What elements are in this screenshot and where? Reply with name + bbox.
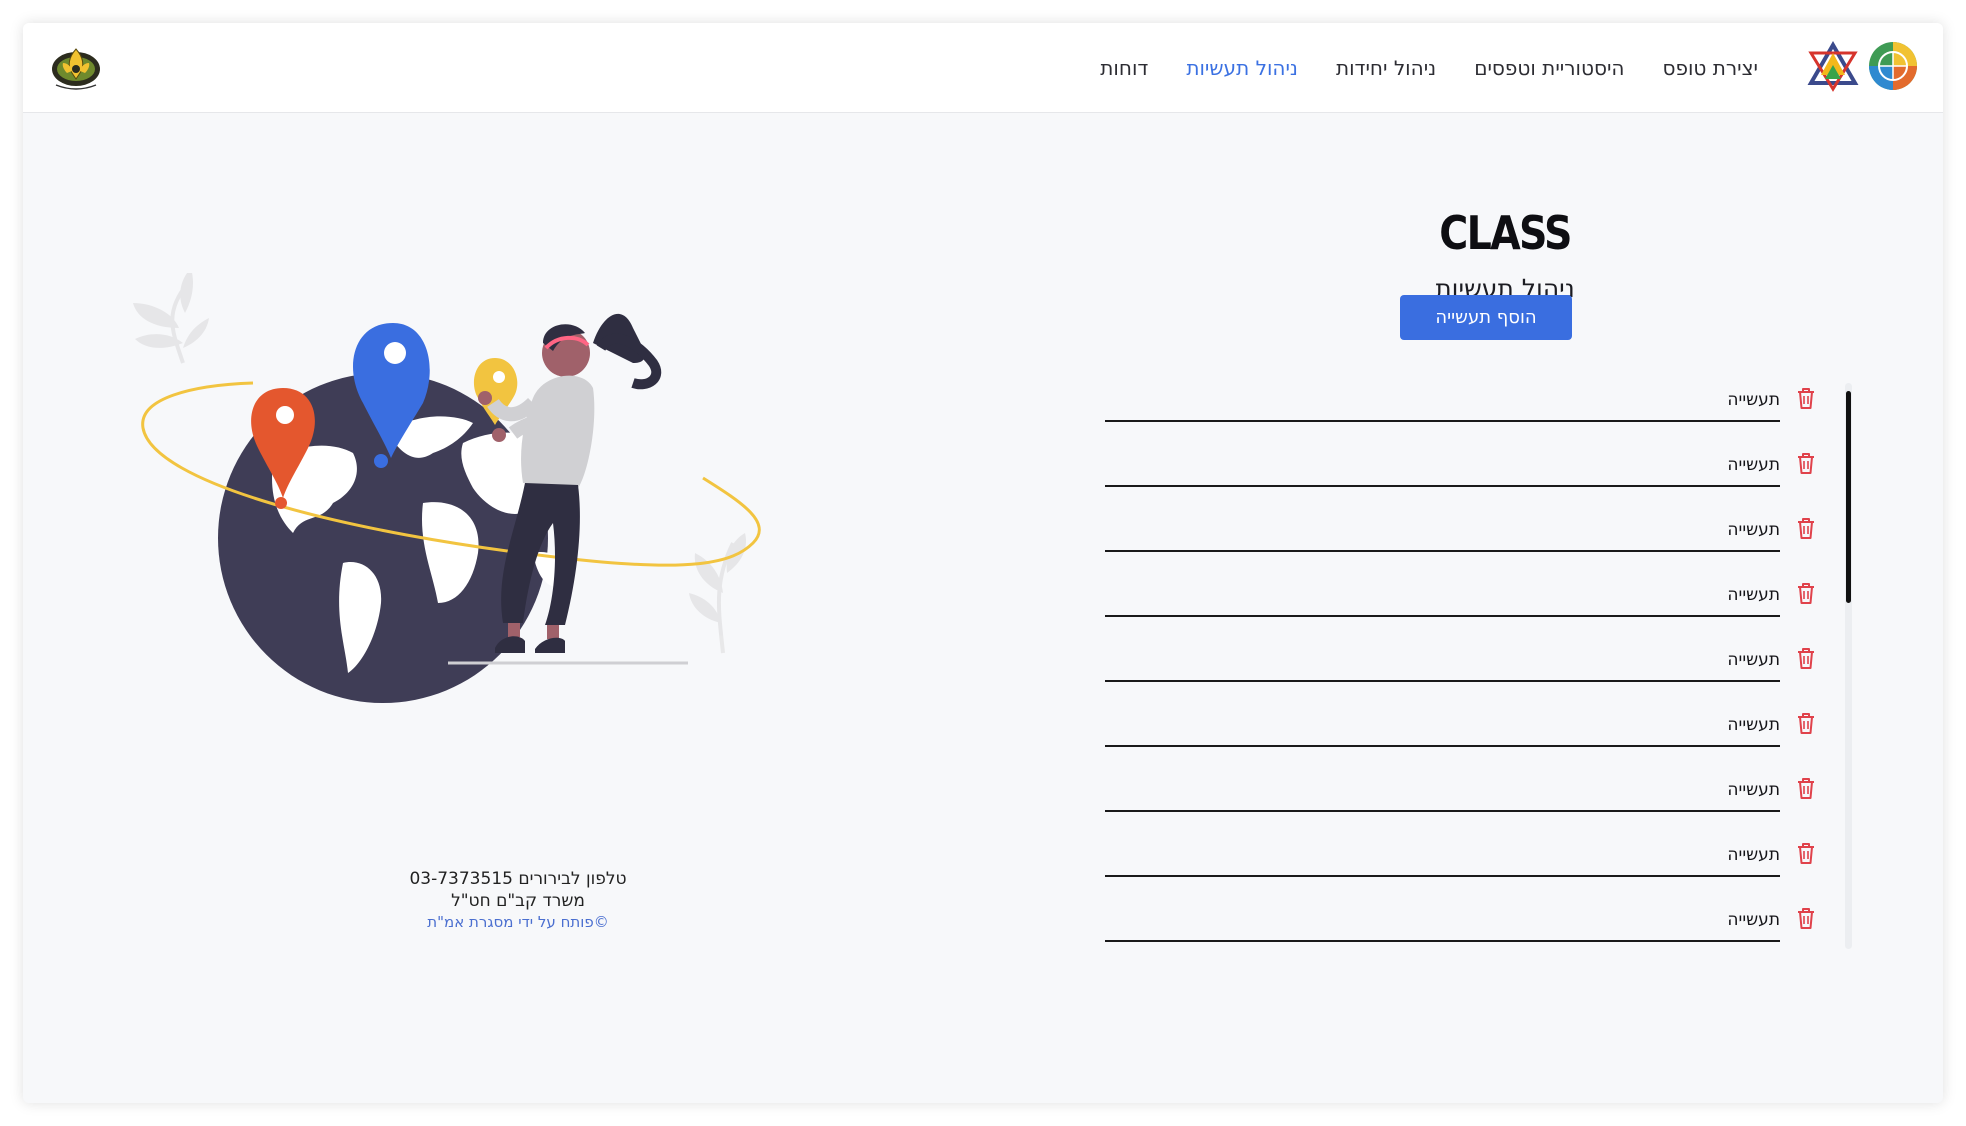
industry-list-item: תעשייה xyxy=(1105,516,1814,568)
trash-icon[interactable] xyxy=(1795,450,1817,476)
nav-link-create-form[interactable]: יצירת טופס xyxy=(1663,56,1759,80)
item-underline xyxy=(1105,745,1780,747)
trash-icon[interactable] xyxy=(1795,385,1817,411)
industry-name[interactable]: תעשייה xyxy=(1727,390,1780,410)
footer-office: משרד קב"ם חט"ל xyxy=(451,891,585,911)
industry-name[interactable]: תעשייה xyxy=(1727,650,1780,670)
item-underline xyxy=(1105,550,1780,552)
item-underline xyxy=(1105,875,1780,877)
trash-icon[interactable] xyxy=(1795,580,1817,606)
globe-woman-illustration xyxy=(133,273,761,703)
trash-icon[interactable] xyxy=(1795,515,1817,541)
industry-name[interactable]: תעשייה xyxy=(1727,780,1780,800)
industry-name[interactable]: תעשייה xyxy=(1727,845,1780,865)
app-window: יצירת טופס היסטוריית וטפסים ניהול יחידות… xyxy=(23,23,1943,1103)
industry-name[interactable]: תעשייה xyxy=(1727,715,1780,735)
industry-list-item: תעשייה xyxy=(1105,581,1814,633)
trash-icon[interactable] xyxy=(1795,775,1817,801)
leaf-plant-right xyxy=(689,533,747,654)
brand-title: CLASS xyxy=(1439,206,1572,260)
trash-icon[interactable] xyxy=(1795,840,1817,866)
nav-link-industries-management[interactable]: ניהול תעשיות xyxy=(1186,56,1298,80)
item-underline xyxy=(1105,810,1780,812)
item-underline xyxy=(1105,940,1780,942)
scout-emblem-logo[interactable] xyxy=(45,35,107,97)
top-navbar: יצירת טופס היסטוריית וטפסים ניהול יחידות… xyxy=(23,23,1943,113)
industry-list-item: תעשייה xyxy=(1105,841,1814,893)
industry-list-item: תעשייה xyxy=(1105,451,1814,503)
industry-name[interactable]: תעשייה xyxy=(1727,585,1780,605)
footer-phone: טלפון לבירורים 03-7373515 xyxy=(409,869,627,889)
industry-list-item: תעשייה xyxy=(1105,776,1814,828)
industry-name[interactable]: תעשייה xyxy=(1727,455,1780,475)
industry-name[interactable]: תעשייה xyxy=(1727,520,1780,540)
footer-credit[interactable]: פותח על ידי מסגרת אמ"ת© xyxy=(278,912,758,933)
scrollbar-thumb[interactable] xyxy=(1846,391,1851,603)
leaf-plant-left xyxy=(133,273,209,364)
nav-menu: יצירת טופס היסטוריית וטפסים ניהול יחידות… xyxy=(1100,23,1758,112)
industry-list-item: תעשייה xyxy=(1105,906,1814,958)
star-of-david-triangle-logo[interactable] xyxy=(1805,39,1861,95)
industry-list-item: תעשייה xyxy=(1105,646,1814,698)
industries-list: תעשייה תעשייה תעשייה תעשייה תעשייה תעשייה תעשי… xyxy=(1105,386,1895,966)
item-underline xyxy=(1105,680,1780,682)
add-industry-button[interactable]: הוסף תעשייה xyxy=(1400,295,1572,340)
nav-link-forms-history[interactable]: היסטוריית וטפסים xyxy=(1474,56,1624,80)
nav-link-reports[interactable]: דוחות xyxy=(1100,56,1148,80)
globe-logo[interactable] xyxy=(1867,40,1919,92)
nav-link-units-management[interactable]: ניהול יחידות xyxy=(1336,56,1436,80)
industry-list-item: תעשייה xyxy=(1105,711,1814,763)
trash-icon[interactable] xyxy=(1795,645,1817,671)
item-underline xyxy=(1105,420,1780,422)
trash-icon[interactable] xyxy=(1795,710,1817,736)
trash-icon[interactable] xyxy=(1795,905,1817,931)
item-underline xyxy=(1105,485,1780,487)
industry-list-item: תעשייה xyxy=(1105,386,1814,438)
footer-info: טלפון לבירורים 03-7373515 משרד קב"ם חט"ל… xyxy=(278,868,758,933)
industry-name[interactable]: תעשייה xyxy=(1727,910,1780,930)
item-underline xyxy=(1105,615,1780,617)
